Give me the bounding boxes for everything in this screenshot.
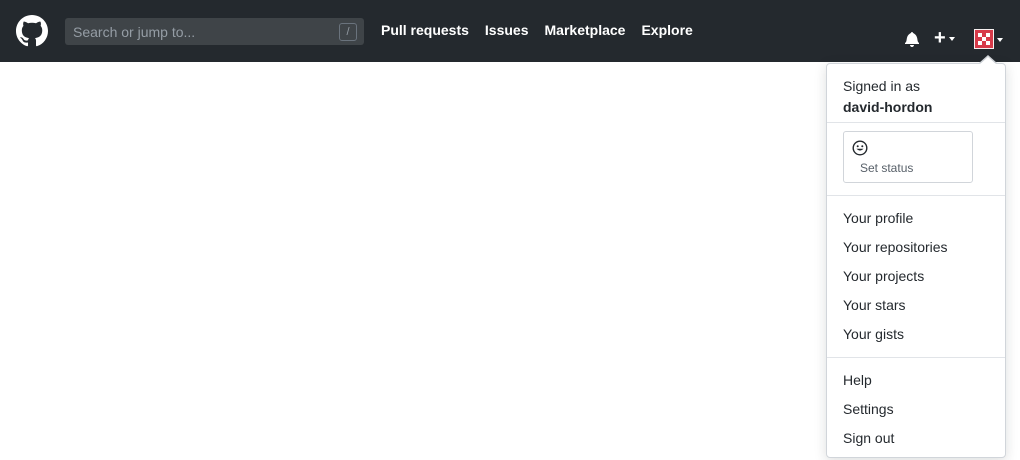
menu-your-repositories[interactable]: Your repositories <box>843 239 948 255</box>
nav-issues[interactable]: Issues <box>485 22 529 38</box>
divider <box>827 357 1005 358</box>
smiley-icon <box>852 140 868 156</box>
chevron-down-icon <box>997 38 1003 42</box>
user-dropdown-menu: Signed in as david-hordon Set status You… <box>826 63 1006 458</box>
signed-in-label: Signed in as <box>843 78 921 94</box>
create-new-button[interactable]: + <box>934 28 955 48</box>
menu-your-projects[interactable]: Your projects <box>843 268 924 284</box>
nav-pull-requests[interactable]: Pull requests <box>381 22 469 38</box>
github-logo-icon[interactable] <box>16 15 48 47</box>
plus-icon: + <box>934 27 946 49</box>
divider <box>827 195 1005 196</box>
avatar <box>974 29 994 49</box>
user-menu-button[interactable] <box>974 29 1003 49</box>
username: david-hordon <box>843 99 933 115</box>
search-input[interactable] <box>65 23 325 40</box>
nav-marketplace[interactable]: Marketplace <box>545 22 626 38</box>
menu-help[interactable]: Help <box>843 372 872 388</box>
divider <box>827 122 1005 123</box>
chevron-down-icon <box>948 37 955 41</box>
nav-explore[interactable]: Explore <box>641 22 692 38</box>
menu-your-profile[interactable]: Your profile <box>843 210 913 226</box>
app-header: / Pull requests Issues Marketplace Explo… <box>0 0 1020 62</box>
dropdown-caret-fill <box>980 57 996 64</box>
set-status-button[interactable]: Set status <box>843 131 973 183</box>
search-box: / <box>65 18 364 45</box>
menu-settings[interactable]: Settings <box>843 401 894 417</box>
menu-your-gists[interactable]: Your gists <box>843 326 904 342</box>
menu-your-stars[interactable]: Your stars <box>843 297 906 313</box>
signed-in-header: Signed in as david-hordon <box>843 76 932 118</box>
menu-sign-out[interactable]: Sign out <box>843 430 894 446</box>
header-nav: Pull requests Issues Marketplace Explore <box>381 22 709 38</box>
slash-shortcut-key: / <box>339 23 357 41</box>
set-status-label: Set status <box>860 161 914 175</box>
bell-icon[interactable] <box>904 31 920 47</box>
